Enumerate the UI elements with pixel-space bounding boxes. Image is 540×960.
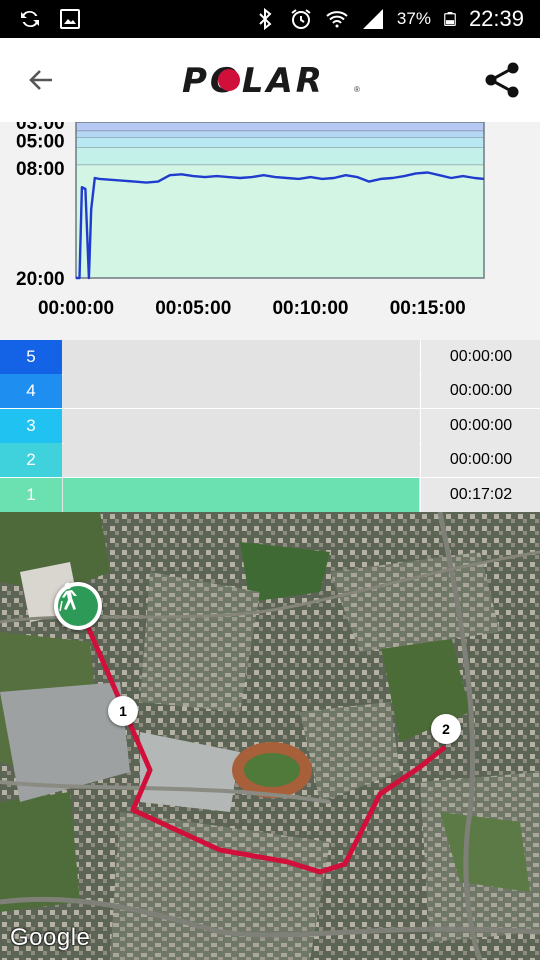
arrow-back-icon[interactable] bbox=[22, 60, 62, 100]
polar-logo: POLAR ® bbox=[182, 61, 360, 100]
zone-label: 2 bbox=[0, 443, 62, 478]
heart-rate-zones: 5 00:00:00 4 00:00:00 3 00:00:00 2 00:00:00 1 00:… bbox=[0, 340, 540, 513]
zone-time: 00:00:00 bbox=[420, 374, 540, 409]
zone-band-3 bbox=[76, 137, 484, 148]
zone-band-5 bbox=[76, 122, 484, 132]
chart-svg: 03:0005:0008:0020:0000:00:00 00:05:00 00:1… bbox=[16, 122, 485, 319]
zone-bar-track bbox=[63, 477, 419, 512]
route-marker-1[interactable]: 1 bbox=[108, 696, 138, 726]
zone-row: 4 00:00:00 bbox=[0, 374, 540, 410]
walking-person-icon bbox=[59, 582, 77, 612]
start-marker[interactable] bbox=[54, 582, 102, 630]
zone-band-4 bbox=[76, 131, 484, 138]
zone-row: 2 00:00:00 bbox=[0, 443, 540, 479]
x-tick-label: 00:15:00 bbox=[390, 298, 466, 319]
x-tick-label: 00:10:00 bbox=[272, 298, 348, 319]
zone-bar-track bbox=[63, 443, 419, 478]
share-icon[interactable] bbox=[480, 58, 524, 102]
zone-label: 4 bbox=[0, 374, 62, 409]
zone-row: 5 00:00:00 bbox=[0, 340, 540, 375]
logo-dot bbox=[218, 69, 240, 91]
google-attribution: Google bbox=[10, 924, 91, 951]
y-tick-label: 05:00 bbox=[16, 131, 65, 152]
zone-label: 1 bbox=[0, 477, 62, 512]
x-tick-label: 00:05:00 bbox=[155, 298, 231, 319]
zone-bar-fill bbox=[63, 477, 419, 512]
zone-row: 1 00:17:02 bbox=[0, 477, 540, 513]
zone-label: 5 bbox=[0, 340, 62, 374]
route-map[interactable]: 1 2 Google bbox=[0, 512, 540, 960]
zone-label: 3 bbox=[0, 408, 62, 443]
zone-bar-track bbox=[63, 374, 419, 409]
x-tick-label: 00:00:00 bbox=[38, 298, 114, 319]
sync-icon bbox=[21, 10, 39, 28]
zone-bar-track bbox=[63, 340, 419, 374]
app-bar: POLAR ® bbox=[0, 38, 540, 123]
wifi-icon bbox=[326, 11, 348, 28]
battery-percent: 37% bbox=[396, 9, 431, 28]
zone-time: 00:00:00 bbox=[420, 443, 540, 478]
status-clock: 22:39 bbox=[468, 6, 524, 31]
zone-row: 3 00:00:00 bbox=[0, 408, 540, 444]
alarm-icon bbox=[291, 9, 311, 29]
status-bar: 37% 22:39 bbox=[0, 0, 540, 38]
zone-time: 00:00:00 bbox=[420, 408, 540, 443]
route-marker-2[interactable]: 2 bbox=[431, 714, 461, 744]
zone-bar-track bbox=[63, 408, 419, 443]
y-tick-label: 20:00 bbox=[16, 269, 65, 290]
bluetooth-icon bbox=[259, 7, 272, 31]
heart-rate-chart: 03:00 05:00 08:00 20:00 00:00:00 00:05:00 00:1… bbox=[0, 122, 540, 340]
image-icon bbox=[60, 9, 80, 29]
zone-time: 00:00:00 bbox=[420, 340, 540, 374]
logo-text: POLAR bbox=[182, 61, 325, 100]
zone-time: 00:17:02 bbox=[420, 477, 540, 512]
zone-band-2 bbox=[76, 147, 484, 166]
signal-icon bbox=[362, 9, 383, 29]
battery-icon bbox=[444, 12, 456, 26]
svg-text:®: ® bbox=[354, 85, 360, 94]
y-tick-label: 08:00 bbox=[16, 159, 65, 180]
